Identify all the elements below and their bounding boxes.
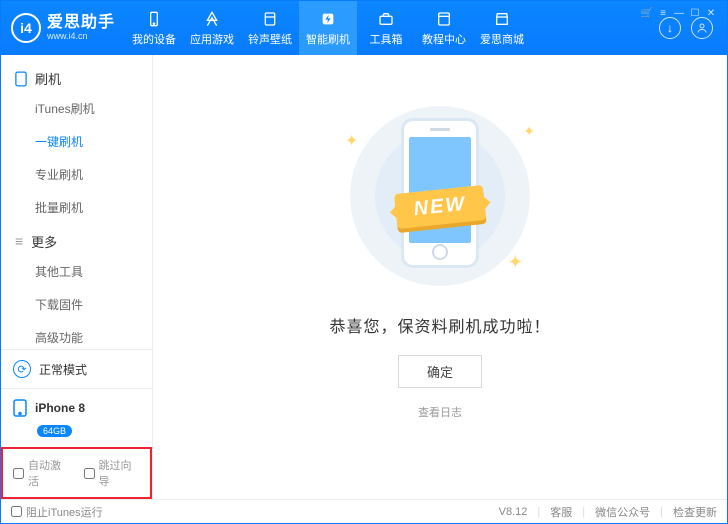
nav-music[interactable]: 铃声壁纸: [241, 1, 299, 55]
more-icon: ≡: [15, 234, 23, 249]
device-icon: [13, 399, 27, 417]
header: i4 爱思助手 www.i4.cn 我的设备应用游戏铃声壁纸智能刷机 工具箱 教程中…: [1, 1, 727, 55]
sparkle-icon: ✦: [523, 123, 535, 140]
nav-label: 工具箱: [370, 31, 403, 47]
music-icon: [261, 10, 279, 28]
chk-block-itunes[interactable]: 阻止iTunes运行: [11, 504, 103, 520]
nav-label: 应用游戏: [190, 31, 234, 47]
brand-name: 爱思助手: [47, 14, 115, 32]
list-icon[interactable]: ≡: [656, 6, 670, 20]
status-bar: 阻止iTunes运行 V8.12 | 客服 | 微信公众号 | 检查更新: [1, 499, 727, 523]
sidebar-group-1[interactable]: ≡ 更多: [1, 224, 152, 255]
flash-icon: [319, 10, 337, 28]
chk-skip-guide-box[interactable]: [84, 468, 95, 479]
success-illustration: NEW ✦ ✦ ✦: [335, 101, 545, 291]
sparkle-icon: ✦: [508, 252, 523, 273]
logo[interactable]: i4 爱思助手 www.i4.cn: [1, 13, 125, 43]
toolbox-icon: [377, 10, 395, 28]
book-icon: [435, 10, 453, 28]
phone-outline-icon: [15, 71, 27, 87]
footer-link-wechat[interactable]: 微信公众号: [595, 504, 650, 520]
nav-label: 我的设备: [132, 31, 176, 47]
chk-skip-guide-label: 跳过向导: [99, 457, 141, 489]
sidebar-item-0-1[interactable]: 一键刷机: [1, 125, 152, 158]
main-panel: NEW ✦ ✦ ✦ 恭喜您，保资料刷机成功啦！ 确定 查看日志: [153, 55, 727, 499]
sidebar-item-1-0[interactable]: 其他工具: [1, 255, 152, 288]
sidebar-item-0-2[interactable]: 专业刷机: [1, 158, 152, 191]
mode-row[interactable]: ⟳ 正常模式: [1, 350, 152, 389]
sidebar: 刷机 iTunes刷机一键刷机专业刷机批量刷机 ≡ 更多其他工具下载固件高级功能 ⟳ …: [1, 55, 153, 499]
chk-block-itunes-box[interactable]: [11, 506, 22, 517]
storage-badge: 64GB: [37, 425, 72, 437]
sparkle-icon: ✦: [345, 131, 358, 151]
brand-site: www.i4.cn: [47, 32, 115, 42]
chk-auto-activate[interactable]: 自动激活: [13, 457, 70, 489]
view-log-link[interactable]: 查看日志: [418, 404, 462, 420]
version-label: V8.12: [499, 506, 528, 518]
sidebar-item-1-1[interactable]: 下载固件: [1, 288, 152, 321]
group-title: 刷机: [35, 69, 61, 88]
store-icon: [493, 10, 511, 28]
group-title: 更多: [31, 232, 57, 251]
footer-link-update[interactable]: 检查更新: [673, 504, 717, 520]
device-row[interactable]: iPhone 8 64GB: [1, 389, 152, 447]
nav-book[interactable]: 教程中心: [415, 1, 473, 55]
sidebar-item-0-0[interactable]: iTunes刷机: [1, 92, 152, 125]
sidebar-item-0-3[interactable]: 批量刷机: [1, 191, 152, 224]
success-message: 恭喜您，保资料刷机成功啦！: [329, 313, 550, 337]
chk-auto-activate-label: 自动激活: [28, 457, 70, 489]
nav-store[interactable]: 爱思商城: [473, 1, 531, 55]
nav-toolbox[interactable]: 工具箱: [357, 1, 415, 55]
nav-label: 教程中心: [422, 31, 466, 47]
ok-button[interactable]: 确定: [398, 355, 482, 388]
device-name: iPhone 8: [35, 401, 85, 415]
sidebar-item-1-2[interactable]: 高级功能: [1, 321, 152, 349]
maximize-icon[interactable]: ☐: [688, 6, 702, 20]
minimize-icon[interactable]: —: [672, 6, 686, 20]
nav-flash[interactable]: 智能刷机: [299, 1, 357, 55]
sidebar-scroll: 刷机 iTunes刷机一键刷机专业刷机批量刷机 ≡ 更多其他工具下载固件高级功能: [1, 55, 152, 349]
phone-icon: [145, 10, 163, 28]
option-checks: 自动激活 跳过向导: [1, 447, 152, 499]
nav-phone[interactable]: 我的设备: [125, 1, 183, 55]
mode-label: 正常模式: [39, 361, 87, 378]
nav-label: 智能刷机: [306, 31, 350, 47]
sidebar-group-0[interactable]: 刷机: [1, 61, 152, 92]
chk-block-itunes-label: 阻止iTunes运行: [26, 504, 103, 520]
chk-auto-activate-box[interactable]: [13, 468, 24, 479]
top-nav: 我的设备应用游戏铃声壁纸智能刷机 工具箱 教程中心爱思商城: [125, 1, 655, 55]
footer-link-support[interactable]: 客服: [550, 504, 572, 520]
nav-apps[interactable]: 应用游戏: [183, 1, 241, 55]
apps-icon: [203, 10, 221, 28]
chk-skip-guide[interactable]: 跳过向导: [84, 457, 141, 489]
nav-label: 爱思商城: [480, 31, 524, 47]
close-icon[interactable]: ✕: [704, 6, 718, 20]
cart-icon[interactable]: 🛒: [640, 6, 654, 20]
logo-badge: i4: [11, 13, 41, 43]
window-controls: 🛒 ≡ — ☐ ✕: [640, 4, 722, 22]
nav-label: 铃声壁纸: [248, 31, 292, 47]
refresh-icon: ⟳: [13, 360, 31, 378]
